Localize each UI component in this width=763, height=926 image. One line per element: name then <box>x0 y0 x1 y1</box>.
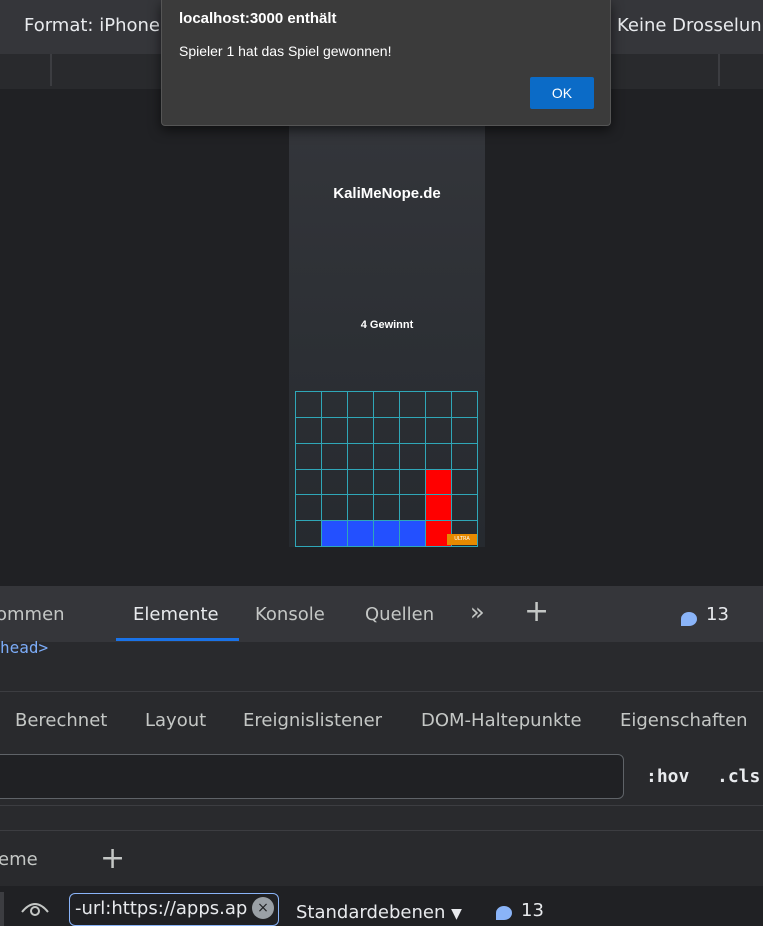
dialog-message: Spieler 1 hat das Spiel gewonnen! <box>179 43 392 59</box>
board-cell[interactable] <box>348 417 374 444</box>
layer-select-label: Standardebenen <box>296 902 446 923</box>
drawer-tab-bar: eme + <box>0 830 763 886</box>
drawer-toolbar: -url:https://apps.ap × Standardebenen ▼ … <box>0 886 763 926</box>
board-cell[interactable] <box>296 417 322 444</box>
board-cell[interactable] <box>322 417 348 444</box>
throttle-select[interactable]: Keine Drosselun <box>617 15 762 36</box>
message-icon <box>496 906 512 920</box>
dropdown-arrow-icon: ▼ <box>451 906 462 922</box>
board-cell[interactable] <box>374 417 400 444</box>
board-cell[interactable] <box>400 392 426 418</box>
board-cell[interactable] <box>374 469 400 496</box>
board-cell[interactable] <box>348 392 374 418</box>
board-cell[interactable] <box>322 469 348 496</box>
board-cell[interactable] <box>452 495 478 522</box>
board-cell[interactable] <box>452 392 478 418</box>
clear-filter-icon[interactable]: × <box>252 897 274 919</box>
alert-dialog: localhost:3000 enthält Spieler 1 hat das… <box>161 0 611 126</box>
styles-filter-row: :hov .cls <box>0 752 763 806</box>
tab-computed[interactable]: Berechnet <box>15 710 107 731</box>
board-cell[interactable] <box>426 443 452 470</box>
board-cell[interactable] <box>374 443 400 470</box>
board-cell[interactable] <box>426 392 452 418</box>
board-cell[interactable] <box>348 521 374 547</box>
add-drawer-tab-icon[interactable]: + <box>100 841 125 876</box>
board-cell[interactable] <box>374 392 400 418</box>
tab-elements[interactable]: Elemente <box>133 604 219 625</box>
board-cell[interactable] <box>296 392 322 418</box>
dom-tree-row: head> <box>0 638 763 692</box>
styles-sub-tabs: Berechnet Layout Ereignislistener DOM-Ha… <box>0 692 763 752</box>
board-cell[interactable] <box>322 521 348 547</box>
bottom-message-count[interactable]: 13 <box>521 900 544 921</box>
board-cell[interactable] <box>296 443 322 470</box>
board-cell[interactable] <box>348 443 374 470</box>
board-cell[interactable] <box>452 443 478 470</box>
devtools-tab-bar: ommen Elemente Konsole Quellen » + 13 <box>0 586 763 642</box>
tab-layout[interactable]: Layout <box>145 710 206 731</box>
board-cell[interactable] <box>322 495 348 522</box>
board-cell[interactable] <box>322 443 348 470</box>
drawer-tab-partial[interactable]: eme <box>0 849 38 870</box>
add-tab-icon[interactable]: + <box>524 594 549 629</box>
cls-button[interactable]: .cls <box>717 766 760 787</box>
board-cell[interactable] <box>400 521 426 547</box>
divider <box>0 892 4 926</box>
hov-button[interactable]: :hov <box>646 766 689 787</box>
message-count[interactable]: 13 <box>706 604 729 625</box>
site-title: KaliMeNope.de <box>333 185 441 202</box>
board-cell[interactable] <box>296 495 322 522</box>
ok-button[interactable]: OK <box>530 77 594 109</box>
styles-filter-input[interactable] <box>0 754 624 799</box>
ruler-tick <box>50 54 52 86</box>
board-cell[interactable] <box>426 495 452 522</box>
board-cell[interactable] <box>374 521 400 547</box>
tab-dom-breakpoints[interactable]: DOM-Haltepunkte <box>421 710 582 731</box>
board-cell[interactable] <box>400 443 426 470</box>
board-cell[interactable] <box>400 469 426 496</box>
game-title: 4 Gewinnt <box>360 319 414 331</box>
more-tabs-icon[interactable]: » <box>470 598 485 626</box>
board-cell[interactable] <box>348 469 374 496</box>
board-cell[interactable] <box>296 521 322 547</box>
tab-sources[interactable]: Quellen <box>365 604 434 625</box>
layer-select[interactable]: Standardebenen ▼ <box>296 902 462 923</box>
active-tab-indicator <box>116 638 239 641</box>
eye-icon[interactable] <box>20 898 50 916</box>
board-cell[interactable] <box>400 417 426 444</box>
board-cell[interactable] <box>426 417 452 444</box>
board-cell[interactable] <box>426 469 452 496</box>
board-cell[interactable] <box>322 392 348 418</box>
tab-console[interactable]: Konsole <box>255 604 325 625</box>
dialog-title: localhost:3000 enthält <box>179 10 337 27</box>
board-cell[interactable] <box>452 469 478 496</box>
tab-partial[interactable]: ommen <box>0 604 65 625</box>
message-icon <box>681 612 697 626</box>
board-cell[interactable] <box>452 417 478 444</box>
tab-event-listeners[interactable]: Ereignislistener <box>243 710 382 731</box>
ruler-tick <box>718 54 720 86</box>
corner-badge: ULTRA <box>447 534 477 545</box>
board-cell[interactable] <box>348 495 374 522</box>
url-filter-input[interactable]: -url:https://apps.ap <box>69 893 279 926</box>
device-format-select[interactable]: Format: iPhone <box>24 15 160 36</box>
board-cell[interactable] <box>400 495 426 522</box>
board-cell[interactable] <box>296 469 322 496</box>
dom-node[interactable]: head> <box>0 638 48 657</box>
tab-properties[interactable]: Eigenschaften <box>620 710 748 731</box>
board-cell[interactable] <box>374 495 400 522</box>
game-board <box>295 391 478 547</box>
